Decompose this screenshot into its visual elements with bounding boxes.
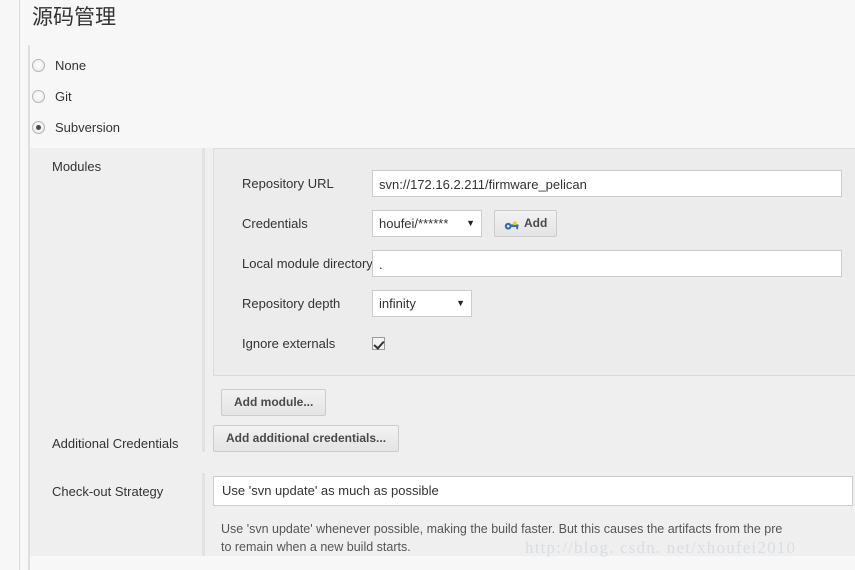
- radio-option-none[interactable]: None: [32, 50, 332, 81]
- modules-label: Modules: [52, 159, 102, 174]
- ignore-externals-label: Ignore externals: [242, 335, 336, 351]
- radio-label-git: Git: [55, 89, 72, 104]
- radio-option-git[interactable]: Git: [32, 81, 332, 112]
- subversion-settings: Modules Repository URL svn://172.16.2.21…: [30, 148, 855, 556]
- credentials-select-value: houfei/******: [379, 215, 449, 231]
- local-module-directory-input[interactable]: .: [372, 249, 842, 277]
- radio-icon-git[interactable]: [32, 90, 45, 103]
- repository-depth-field-wrap: infinity ▼: [372, 289, 855, 317]
- checkout-strategy-control: Use 'svn update' as much as possible Use…: [202, 473, 855, 556]
- repository-url-row: Repository URL svn://172.16.2.211/firmwa…: [214, 163, 855, 203]
- key-icon: [504, 216, 520, 230]
- add-credentials-button-label: Add: [524, 215, 548, 230]
- add-module-button[interactable]: Add module...: [221, 389, 327, 416]
- radio-option-subversion[interactable]: Subversion: [32, 112, 332, 143]
- repository-depth-select[interactable]: infinity ▼: [372, 289, 472, 317]
- credentials-row: Credentials houfei/****** ▼ Add: [214, 203, 855, 243]
- scm-radio-group: None Git Subversion: [32, 50, 332, 143]
- repository-url-field-wrap: svn://172.16.2.211/firmware_pelican: [372, 169, 855, 197]
- ignore-externals-row: Ignore externals: [214, 323, 855, 363]
- add-module-wrap: Add module...: [213, 376, 855, 425]
- additional-credentials-label: Additional Credentials: [52, 436, 179, 451]
- radio-label-none: None: [55, 58, 87, 73]
- checkout-strategy-help-line-2: to remain when a new build starts.: [221, 540, 411, 554]
- additional-credentials-control: Add additional credentials...: [202, 425, 855, 452]
- checkout-strategy-label: Check-out Strategy: [52, 484, 164, 499]
- outer-left-rail: [19, 0, 20, 570]
- chevron-down-icon: ▼: [466, 217, 475, 228]
- page-title: 源码管理: [32, 5, 116, 29]
- chevron-down-icon: ▼: [456, 297, 465, 308]
- repository-url-input[interactable]: svn://172.16.2.211/firmware_pelican: [372, 169, 842, 197]
- repository-url-label: Repository URL: [242, 175, 334, 191]
- radio-icon-subversion[interactable]: [32, 121, 45, 134]
- local-module-directory-field-wrap: .: [372, 249, 855, 277]
- radio-label-subversion: Subversion: [55, 120, 121, 135]
- add-additional-credentials-button[interactable]: Add additional credentials...: [213, 425, 400, 452]
- credentials-field-wrap: houfei/****** ▼ Add: [372, 209, 855, 237]
- module-panel: Repository URL svn://172.16.2.211/firmwa…: [213, 148, 855, 376]
- repository-depth-row: Repository depth infinity ▼: [214, 283, 855, 323]
- additional-credentials-row: Additional Credentials Add additional cr…: [30, 425, 855, 452]
- checkout-strategy-row: Check-out Strategy Use 'svn update' as m…: [30, 473, 855, 556]
- repository-depth-value: infinity: [379, 295, 416, 311]
- radio-icon-none[interactable]: [32, 59, 45, 72]
- modules-row: Modules Repository URL svn://172.16.2.21…: [30, 148, 855, 425]
- credentials-label: Credentials: [242, 215, 308, 231]
- modules-control: Repository URL svn://172.16.2.211/firmwa…: [202, 148, 855, 425]
- repository-depth-label: Repository depth: [242, 295, 341, 311]
- local-module-directory-row: Local module directory .: [214, 243, 855, 283]
- credentials-select[interactable]: houfei/****** ▼: [372, 209, 482, 237]
- local-module-directory-label: Local module directory: [242, 255, 373, 271]
- checkout-strategy-select[interactable]: Use 'svn update' as much as possible: [213, 476, 853, 506]
- ignore-externals-checkbox[interactable]: [372, 336, 385, 350]
- add-credentials-button[interactable]: Add: [494, 209, 558, 237]
- checkout-strategy-help: Use 'svn update' whenever possible, maki…: [213, 506, 855, 556]
- ignore-externals-field-wrap: [372, 336, 855, 350]
- checkout-strategy-help-line-1: Use 'svn update' whenever possible, maki…: [221, 522, 783, 536]
